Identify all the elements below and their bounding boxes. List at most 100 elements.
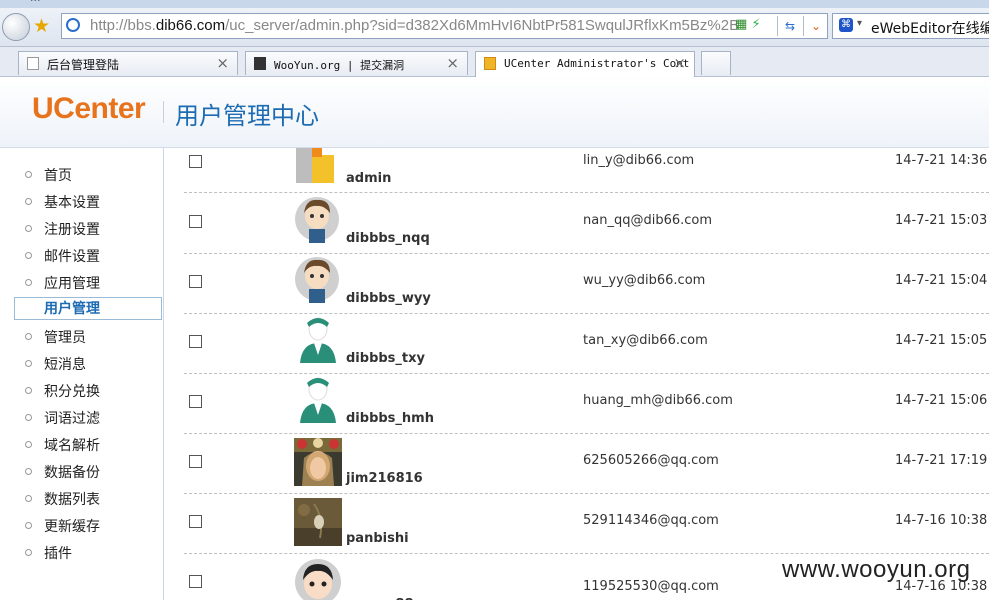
dropdown-chevron-icon[interactable]: ⌄ [803,16,828,36]
table-row: panbishi 529114346@qq.com 14-7-16 10:38 [184,493,989,554]
sidebar-item-user-management[interactable]: 用户管理 [14,297,162,320]
sidebar-item-update-cache[interactable]: 更新缓存 [14,515,162,537]
close-icon[interactable]: × [446,54,459,72]
ucenter-favicon-icon [484,57,496,70]
lightning-icon[interactable]: ⚡ [751,17,760,32]
sidebar-item-register-settings[interactable]: 注册设置 [14,218,162,240]
bullet-icon [25,495,32,502]
table-row: jim216816 625605266@qq.com 14-7-21 17:19 [184,433,989,494]
sidebar-item-label: 基本设置 [44,195,100,211]
email: 529114346@qq.com [583,513,719,528]
bullet-icon [25,522,32,529]
sidebar-item-plugins[interactable]: 插件 [14,542,162,564]
ucenter-logo: UCenter [32,92,146,125]
sidebar-item-basic-settings[interactable]: 基本设置 [14,191,162,213]
bullet-icon [25,225,32,232]
bullet-icon [25,549,32,556]
sidebar-item-data-backup[interactable]: 数据备份 [14,461,162,483]
reg-time: 14-7-21 15:05 [895,333,988,348]
qr-code-icon[interactable]: ▦ [735,17,747,32]
sidebar-item-messages[interactable]: 短消息 [14,353,162,375]
email: 119525530@qq.com [583,579,719,594]
row-checkbox[interactable] [189,515,202,528]
sidebar-item-label: 管理员 [44,330,86,346]
tab-label: UCenter Administrator's Cont [504,57,690,70]
page-title: 用户管理中心 [175,102,319,130]
bullet-icon [25,252,32,259]
sidebar-item-administrators[interactable]: 管理员 [14,326,162,348]
bullet-icon [25,279,32,286]
reg-time: 14-7-21 15:04 [895,273,988,288]
bullet-icon [25,387,32,394]
sidebar-item-word-filter[interactable]: 词语过滤 [14,407,162,429]
bullet-icon [25,333,32,340]
username[interactable]: dibbbs_nqq [346,231,430,246]
sidebar-item-app-management[interactable]: 应用管理 [14,272,162,294]
bullet-icon [25,468,32,475]
address-bar[interactable]: http://bbs.dib66.com/uc_server/admin.php… [61,13,828,39]
wooyun-favicon-icon [254,57,266,70]
reg-time: 14-7-21 15:03 [895,213,988,228]
app-header: UCenter 用户管理中心 [0,77,989,148]
sidebar-menu: 首页 基本设置 注册设置 邮件设置 应用管理 用户管理 管理员 短消息 积分兑换… [0,148,164,600]
reg-time: 14-7-21 15:06 [895,393,988,408]
tab-admin-login[interactable]: 后台管理登陆 × [18,51,238,75]
close-icon[interactable]: × [673,54,686,72]
username[interactable]: dibbbs_wyy [346,291,431,306]
email: 625605266@qq.com [583,453,719,468]
refresh-icon[interactable]: ⇆ [777,16,802,36]
username[interactable]: panbishi [346,531,409,546]
email: wu_yy@dib66.com [583,273,706,288]
row-checkbox[interactable] [189,155,202,168]
row-checkbox[interactable] [189,455,202,468]
search-box[interactable]: ⌘ ▾ eWebEditor在线编 [832,13,989,39]
close-icon[interactable]: × [216,54,229,72]
url-text[interactable]: http://bbs.dib66.com/uc_server/admin.php… [90,17,739,34]
username[interactable]: jim216816 [346,471,423,486]
search-engine-dropdown-icon[interactable]: ▾ [857,18,862,29]
email: nan_qq@dib66.com [583,213,713,228]
table-row: admin lin_y@dib66.com 14-7-21 14:36 [184,148,989,193]
header-divider [163,101,164,123]
back-button[interactable] [2,13,30,41]
new-tab-button[interactable] [701,51,731,75]
bullet-icon [25,198,32,205]
row-checkbox[interactable] [189,275,202,288]
table-row: dibbbs_hmh huang_mh@dib66.com 14-7-21 15… [184,373,989,434]
favorites-star-icon[interactable]: ★ [33,15,50,37]
sidebar-item-domain-resolution[interactable]: 域名解析 [14,434,162,456]
watermark: www.wooyun.org [782,556,971,583]
sidebar-item-home[interactable]: 首页 [14,164,162,186]
boy-avatar [294,195,342,243]
sidebar-item-label: 用户管理 [44,301,100,317]
sidebar-item-label: 词语过滤 [44,411,100,427]
username[interactable]: dibbbs_txy [346,351,425,366]
tab-wooyun[interactable]: WooYun.org | 提交漏洞 × [245,51,468,75]
bullet-icon [25,441,32,448]
sidebar-item-label: 数据列表 [44,492,100,508]
sidebar-item-mail-settings[interactable]: 邮件设置 [14,245,162,267]
window-title-fragment: ··· [30,0,41,7]
boy-avatar [294,255,342,303]
table-row: dibbbs_nqq nan_qq@dib66.com 14-7-21 15:0… [184,193,989,254]
cartoon-avatar [294,558,342,600]
reg-time: 14-7-16 10:38 [895,513,988,528]
row-checkbox[interactable] [189,395,202,408]
sidebar-item-data-list[interactable]: 数据列表 [14,488,162,510]
sidebar-item-label: 插件 [44,546,72,562]
username[interactable]: admin [346,171,391,186]
sidebar-item-credit-exchange[interactable]: 积分兑换 [14,380,162,402]
row-checkbox[interactable] [189,335,202,348]
search-engine-icon[interactable]: ⌘ [839,18,853,32]
tab-label: WooYun.org | 提交漏洞 [274,59,405,72]
search-text[interactable]: eWebEditor在线编 [871,18,989,38]
row-checkbox[interactable] [189,575,202,588]
photo-avatar [294,438,342,486]
row-checkbox[interactable] [189,215,202,228]
sidebar-item-label: 短消息 [44,357,86,373]
username[interactable]: dibbbs_hmh [346,411,434,426]
tab-ucenter[interactable]: UCenter Administrator's Cont × [475,51,695,77]
photo-avatar [294,498,342,546]
user-list: admin lin_y@dib66.com 14-7-21 14:36 dibb… [164,148,989,600]
email: huang_mh@dib66.com [583,393,733,408]
